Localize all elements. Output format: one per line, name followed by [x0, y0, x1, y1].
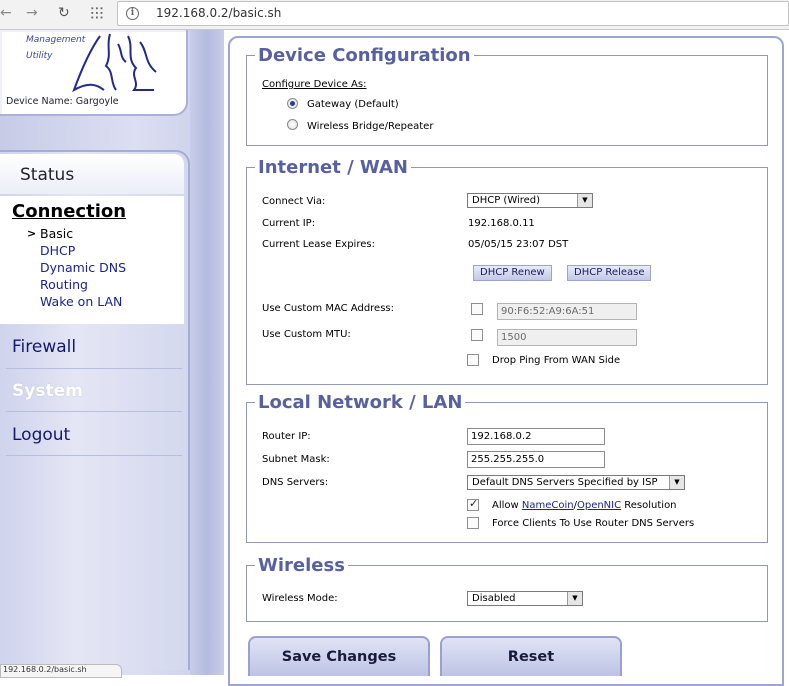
- menu-item-logout[interactable]: Logout: [12, 425, 70, 445]
- allow-namecoin-label: Allow NameCoin/OpenNIC Resolution: [492, 500, 677, 511]
- dhcp-renew-button[interactable]: DHCP Renew: [473, 265, 552, 281]
- reset-button[interactable]: Reset: [440, 636, 622, 676]
- chevron-down-icon: ▼: [567, 592, 582, 605]
- connect-via-label: Connect Via:: [262, 196, 326, 207]
- submenu-item-dhcp[interactable]: DHCP: [40, 243, 75, 258]
- custom-mac-checkbox[interactable]: [471, 303, 483, 315]
- submenu-item-wake-on-lan[interactable]: Wake on LAN: [40, 294, 122, 309]
- menu-item-connection[interactable]: Connection: [12, 201, 126, 222]
- chevron-down-icon: ▼: [669, 476, 684, 489]
- menu-item-status[interactable]: Status: [0, 154, 184, 194]
- browser-toolbar: ← → ↻ i 192.168.0.2/basic.sh: [0, 0, 789, 30]
- section-title: Device Configuration: [258, 45, 471, 66]
- section-title: Local Network / LAN: [258, 392, 463, 413]
- submenu-item-routing[interactable]: Routing: [40, 277, 88, 292]
- dns-servers-select[interactable]: Default DNS Servers Specified by ISP ▼: [467, 475, 685, 490]
- lease-expires-label: Current Lease Expires:: [262, 239, 375, 250]
- menu-item-firewall[interactable]: Firewall: [12, 337, 76, 357]
- status-bar-url: 192.168.0.2/basic.sh: [0, 664, 122, 678]
- connect-via-select[interactable]: DHCP (Wired) ▼: [467, 193, 593, 208]
- drop-ping-checkbox[interactable]: [467, 354, 479, 366]
- gateway-radio[interactable]: [287, 98, 298, 109]
- save-changes-button[interactable]: Save Changes: [248, 636, 430, 676]
- url-text[interactable]: 192.168.0.2/basic.sh: [156, 6, 281, 20]
- custom-mac-label: Use Custom MAC Address:: [262, 303, 394, 314]
- subnet-mask-label: Subnet Mask:: [262, 454, 330, 465]
- allow-suffix: Resolution: [621, 500, 677, 511]
- address-bar[interactable]: i 192.168.0.2/basic.sh: [117, 1, 789, 26]
- current-ip-label: Current IP:: [262, 218, 316, 229]
- menu-item-system[interactable]: System: [12, 381, 83, 401]
- wireless-mode-select[interactable]: Disabled ▼: [467, 591, 583, 606]
- bridge-radio[interactable]: [287, 119, 298, 130]
- force-clients-dns-checkbox[interactable]: [467, 517, 479, 529]
- custom-mtu-input[interactable]: 1500: [497, 329, 637, 346]
- menu-separator: [6, 368, 182, 369]
- current-page-arrow-icon: >: [27, 227, 37, 240]
- wireless-mode-label: Wireless Mode:: [262, 593, 338, 604]
- dns-servers-value: Default DNS Servers Specified by ISP: [472, 477, 658, 488]
- menu-separator: [6, 411, 182, 412]
- lease-expires-value: 05/05/15 23:07 DST: [468, 239, 569, 250]
- device-name: Device Name: Gargoyle: [6, 96, 119, 107]
- info-icon[interactable]: i: [126, 7, 139, 20]
- dns-servers-label: DNS Servers:: [262, 477, 329, 488]
- current-ip-value: 192.168.0.11: [468, 218, 535, 229]
- custom-mtu-checkbox[interactable]: [471, 329, 483, 341]
- opennic-link[interactable]: OpenNIC: [577, 500, 621, 511]
- sidebar-divider: [190, 30, 224, 675]
- chevron-down-icon: ▼: [577, 194, 592, 207]
- logo-panel: Management Utility Device Name: Gargoyle: [0, 30, 188, 116]
- forward-icon[interactable]: →: [26, 5, 38, 21]
- configure-device-label: Configure Device As:: [262, 79, 367, 90]
- dhcp-release-button[interactable]: DHCP Release: [567, 265, 652, 281]
- bridge-label[interactable]: Wireless Bridge/Repeater: [307, 121, 433, 132]
- allow-prefix: Allow: [492, 500, 522, 511]
- custom-mtu-label: Use Custom MTU:: [262, 329, 351, 340]
- submenu-item-dynamic-dns[interactable]: Dynamic DNS: [40, 260, 126, 275]
- custom-mac-input[interactable]: 90:F6:52:A9:6A:51: [497, 303, 637, 320]
- wireless-mode-value: Disabled: [472, 593, 516, 604]
- router-ip-label: Router IP:: [262, 431, 311, 442]
- gateway-label[interactable]: Gateway (Default): [307, 99, 399, 110]
- menu-separator: [6, 455, 182, 456]
- namecoin-link[interactable]: NameCoin: [522, 500, 574, 511]
- section-title: Internet / WAN: [258, 157, 408, 178]
- router-ip-input[interactable]: 192.168.0.2: [467, 428, 605, 445]
- back-icon[interactable]: ←: [0, 5, 12, 21]
- drop-ping-label[interactable]: Drop Ping From WAN Side: [492, 355, 620, 366]
- menu-item-status-label[interactable]: Status: [20, 165, 74, 185]
- allow-namecoin-checkbox[interactable]: [467, 497, 479, 511]
- subnet-mask-input[interactable]: 255.255.255.0: [467, 451, 605, 468]
- connect-via-value: DHCP (Wired): [472, 195, 541, 206]
- wireless-section: Wireless: [246, 555, 768, 622]
- section-title: Wireless: [258, 555, 345, 576]
- reload-icon[interactable]: ↻: [58, 5, 70, 21]
- gargoyle-logo-icon: [72, 33, 157, 93]
- submenu-item-basic[interactable]: Basic: [40, 226, 73, 241]
- force-clients-dns-label[interactable]: Force Clients To Use Router DNS Servers: [492, 518, 694, 529]
- apps-grid-icon[interactable]: [90, 6, 104, 20]
